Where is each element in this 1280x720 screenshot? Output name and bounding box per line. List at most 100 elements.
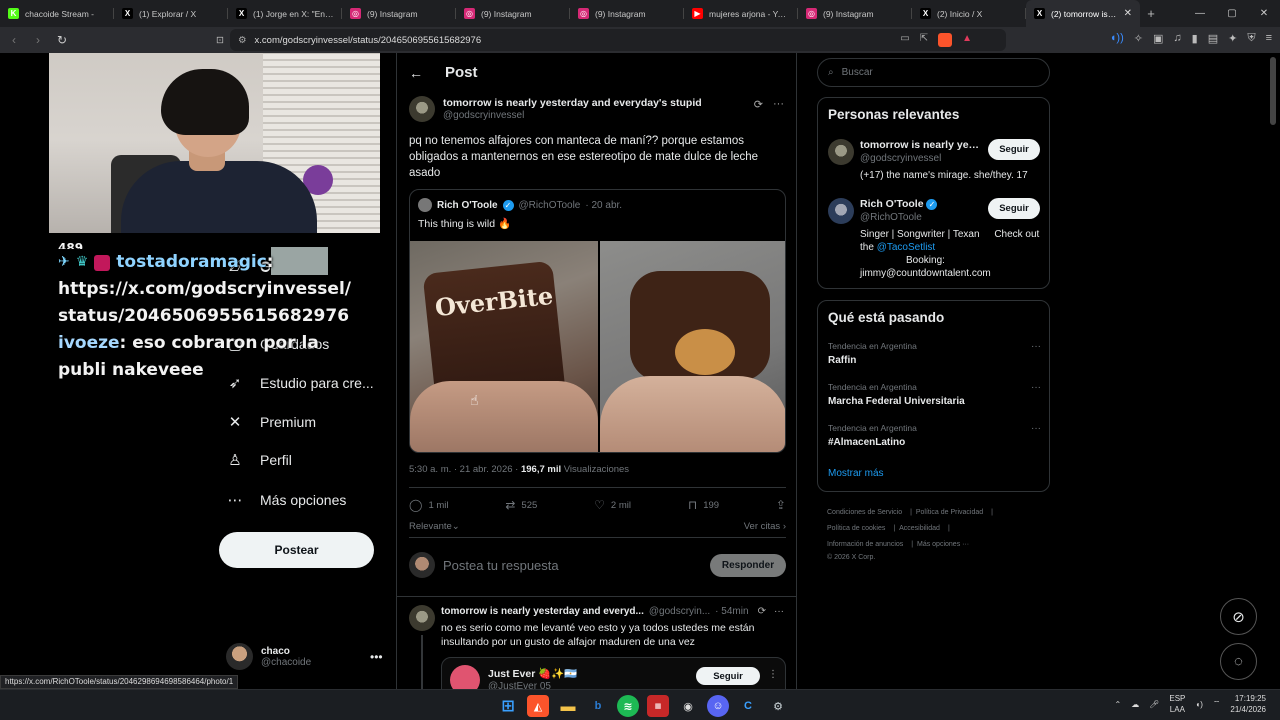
screenshot-icon[interactable]: ▣ [1153, 32, 1163, 45]
bookmark-page-icon[interactable]: ⊡ [216, 35, 224, 46]
bing-icon[interactable]: b [587, 695, 609, 717]
post-author[interactable]: tomorrow is nearly yesterday and everyda… [409, 96, 702, 122]
brave-shield-icon[interactable] [938, 33, 953, 47]
post-button[interactable]: Postear [219, 532, 374, 568]
follow-button[interactable]: Seguir [988, 198, 1040, 219]
author-name[interactable]: tomorrow is nearly yesterday and everyda… [443, 96, 702, 110]
language-indicator[interactable]: ESP LAA [1169, 693, 1185, 715]
follow-button[interactable]: Seguir [696, 667, 760, 685]
network-icon[interactable]: ☁ [1131, 700, 1139, 709]
messages-fab-button[interactable]: ◌ [1220, 643, 1257, 680]
reply-submit-button[interactable]: Responder [710, 553, 786, 577]
maximize-icon[interactable]: ▢ [1216, 0, 1248, 27]
avatar[interactable] [828, 139, 854, 165]
reply-post[interactable]: tomorrow is nearly yesterday and everyd.… [397, 596, 796, 689]
reply-more-icon[interactable]: ··· [774, 606, 784, 617]
brave-icon[interactable]: ◭ [527, 695, 549, 717]
footer-link[interactable]: Más opciones ··· [917, 541, 969, 548]
repost-button[interactable]: ⇄ 525 [505, 498, 537, 512]
tray-chevron-icon[interactable]: ⌃ [1115, 700, 1122, 709]
quoted-post[interactable]: Rich O'Toole ✓ @RichOToole · 20 abr. Thi… [409, 189, 786, 453]
browser-tab[interactable]: X (1) Explorar / X [114, 0, 228, 27]
footer-link[interactable]: Política de Privacidad [916, 509, 983, 516]
steam-icon[interactable]: ⚙ [767, 695, 789, 717]
leo-icon[interactable]: ✦ [1228, 32, 1237, 45]
person-name[interactable]: Rich O'Toole [860, 198, 924, 210]
wallet-icon[interactable]: ▤ [1208, 32, 1218, 45]
mic-icon[interactable]: 🎤︎ [1149, 700, 1159, 709]
browser-tab[interactable]: X (2) tomorrow is ne ✕ [1026, 0, 1140, 27]
trend-item[interactable]: Tendencia en Argentina Raffin ··· [828, 341, 1041, 366]
forward-icon[interactable]: › [28, 30, 48, 50]
trend-more-icon[interactable]: ··· [1031, 382, 1041, 393]
avatar[interactable] [409, 96, 435, 122]
wifi-icon[interactable]: ⌔ [1213, 699, 1221, 709]
avatar[interactable] [828, 198, 854, 224]
like-button[interactable]: ♡ 2 mil [594, 498, 631, 512]
search-input[interactable]: ⌕ Buscar [817, 58, 1050, 87]
bookmark-button[interactable]: ⊓ 199 [688, 498, 719, 512]
card-more-icon[interactable]: ⋮ [768, 669, 778, 680]
grok-explain-icon[interactable]: ⟳ [758, 606, 766, 617]
media-photo-1[interactable]: OverBite [410, 241, 598, 452]
obs-icon[interactable]: ◉ [677, 695, 699, 717]
browser-tab[interactable]: ◎ (9) Instagram [456, 0, 570, 27]
bio-mention-link[interactable]: @TacoSetlist [877, 242, 936, 253]
trend-more-icon[interactable]: ··· [1031, 341, 1041, 352]
file-explorer-icon[interactable]: ▬ [557, 695, 579, 717]
relevant-person[interactable]: tomorrow is nearly yes... @godscryinvess… [828, 139, 1043, 189]
discord-icon[interactable]: ☺ [707, 695, 729, 717]
footer-link[interactable]: Información de anuncios [827, 541, 903, 548]
trend-item[interactable]: Tendencia en Argentina #AlmacenLatino ··… [828, 423, 1041, 448]
browser-tab[interactable]: X (2) Inicio / X [912, 0, 1026, 27]
close-window-icon[interactable]: ✕ [1248, 0, 1280, 27]
embedded-user-card[interactable]: Just Ever 🍓✨🇦🇷 @JustEver 05 Seguir ⋮ [441, 657, 786, 689]
footer-link[interactable]: Política de cookies [827, 525, 885, 532]
reload-icon[interactable]: ↻ [52, 30, 72, 50]
reply-time[interactable]: · 54min [715, 606, 748, 617]
sidebar-item-mas-opciones[interactable]: ⋯ Más opciones [226, 491, 347, 509]
author-handle[interactable]: @godscryinvessel [443, 110, 702, 121]
grok-explain-icon[interactable]: ⟳ [754, 98, 763, 111]
share-icon[interactable]: ⇱ [920, 33, 928, 47]
reply-author-name[interactable]: tomorrow is nearly yesterday and everyd.… [441, 606, 644, 617]
app-icon[interactable]: ▦ [647, 695, 669, 717]
tab-close-icon[interactable]: ✕ [1124, 8, 1132, 19]
back-arrow-icon[interactable]: ← [409, 65, 423, 81]
person-name-row[interactable]: Rich O'Toole ✓ [860, 198, 980, 210]
avatar[interactable] [409, 605, 435, 631]
browser-tab[interactable]: X (1) Jorge en X: "Entre n [228, 0, 342, 27]
new-tab-button[interactable]: + [1140, 0, 1162, 27]
footer-link[interactable]: Condiciones de Servicio [827, 509, 902, 516]
sidebar-item-premium[interactable]: ✕ Premium [226, 413, 316, 431]
browser-tab[interactable]: ◎ (9) Instagram [798, 0, 912, 27]
browser-tab[interactable]: ◎ (9) Instagram [570, 0, 684, 27]
audio-icon[interactable]: ◖)) [1110, 32, 1124, 45]
share-button[interactable]: ⇪ [776, 498, 786, 512]
sort-dropdown[interactable]: Relevante⌄ [409, 521, 460, 532]
reply-input[interactable]: Postea tu respuesta [443, 558, 702, 573]
browser-tab[interactable]: ▶ mujeres arjona - YouTu [684, 0, 798, 27]
site-settings-icon[interactable]: ⚙ [238, 35, 247, 46]
account-more-icon[interactable]: ••• [370, 650, 383, 664]
brave-rewards-icon[interactable]: ▲ [962, 33, 972, 47]
grok-fab-button[interactable]: ⊘ [1220, 598, 1257, 635]
show-more-link[interactable]: Mostrar más [828, 468, 884, 479]
vpn-icon[interactable]: ⛨ [1247, 32, 1255, 45]
browser-tab[interactable]: Kchacoide Stream - [0, 0, 114, 27]
account-switcher[interactable]: chaco @chacoide [226, 643, 311, 670]
person-name[interactable]: tomorrow is nearly yes... [860, 139, 980, 151]
music-icon[interactable]: ♫ [1173, 32, 1181, 45]
trend-item[interactable]: Tendencia en Argentina Marcha Federal Un… [828, 382, 1041, 407]
post-timestamp[interactable]: 5:30 a. m. · 21 abr. 2026 · [409, 464, 518, 475]
edge-icon[interactable]: C [737, 695, 759, 717]
reply-button[interactable]: ◯ 1 mil [409, 498, 449, 512]
address-bar[interactable]: ⊡ ⚙ x.com/godscryinvessel/status/2046506… [216, 29, 1006, 51]
extensions-icon[interactable]: ✧ [1134, 32, 1143, 45]
browser-tab[interactable]: ◎ (9) Instagram [342, 0, 456, 27]
post-more-icon[interactable]: ··· [773, 98, 784, 111]
view-quotes-link[interactable]: Ver citas › [744, 521, 786, 532]
cast-icon[interactable]: ▭ [900, 33, 909, 47]
back-icon[interactable]: ‹ [4, 30, 24, 50]
menu-icon[interactable]: ≡ [1266, 32, 1272, 45]
